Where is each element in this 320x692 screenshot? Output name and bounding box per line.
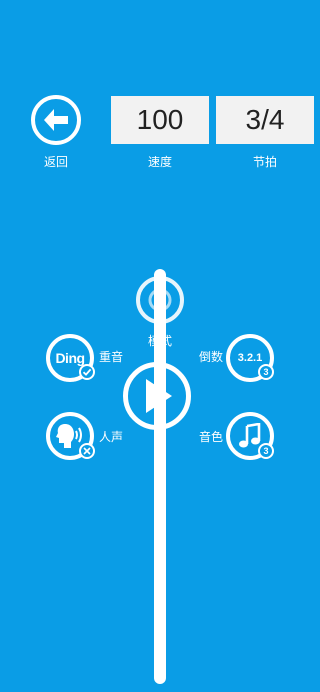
beat-label: 节拍 <box>252 155 277 169</box>
back-label: 返回 <box>43 155 68 169</box>
beat-field[interactable]: 3/4 <box>216 96 314 144</box>
timbre-label: 音色 <box>198 430 223 444</box>
check-badge-icon <box>79 364 95 380</box>
countdown-label: 倒数 <box>198 350 223 364</box>
tempo-label: 速度 <box>147 155 172 169</box>
vertical-slider[interactable] <box>154 269 166 684</box>
ding-icon: Ding <box>55 350 85 366</box>
countdown-badge: 3 <box>258 364 274 380</box>
timbre-badge: 3 <box>258 443 274 459</box>
music-note-icon <box>239 423 261 448</box>
close-badge-icon <box>79 443 95 459</box>
countdown-icon: 3.2.1 <box>237 352 263 364</box>
accent-label: 重音 <box>98 350 123 364</box>
voice-label: 人声 <box>98 430 123 444</box>
arrow-left-icon <box>44 109 68 131</box>
back-button[interactable] <box>31 95 81 145</box>
tempo-field[interactable]: 100 <box>111 96 209 144</box>
